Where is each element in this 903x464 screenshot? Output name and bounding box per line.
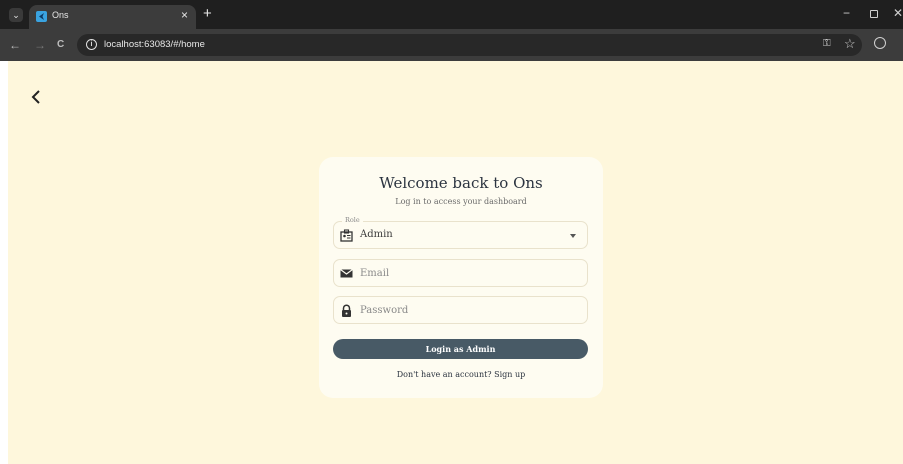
tab-search-chevron-icon[interactable]: ⌄ (9, 8, 23, 22)
tab-close-icon[interactable]: × (181, 8, 188, 22)
window-restore-icon[interactable] (870, 10, 878, 18)
profile-icon[interactable] (874, 37, 886, 49)
tab-title: Ons (52, 10, 69, 20)
login-title: Welcome back to Ons (379, 174, 543, 192)
address-bar[interactable]: i localhost:63083/#/home ⚿ ☆ (77, 34, 862, 56)
back-chevron-icon[interactable] (29, 88, 43, 106)
password-key-icon[interactable]: ⚿ (823, 38, 831, 49)
bookmark-star-icon[interactable]: ☆ (844, 36, 856, 52)
password-placeholder: Password (360, 305, 409, 316)
login-button[interactable]: Login as Admin (333, 339, 588, 359)
back-arrow-icon[interactable]: ← (9, 38, 21, 52)
window-close-icon[interactable]: ✕ (893, 6, 903, 20)
browser-toolbar: ← → C i localhost:63083/#/home ⚿ ☆ ⋮ (0, 29, 903, 61)
browser-tab[interactable]: Ons × (29, 5, 196, 29)
role-value: Admin (360, 229, 393, 240)
role-label: Role (342, 216, 363, 224)
browser-menu-icon[interactable]: ⋮ (898, 36, 903, 50)
password-field[interactable]: Password (333, 296, 588, 324)
site-info-icon[interactable]: i (86, 39, 97, 50)
dropdown-caret-icon (570, 234, 576, 238)
browser-tab-bar: ⌄ Ons × + − ✕ (0, 0, 903, 29)
signup-link[interactable]: Don't have an account? Sign up (319, 370, 603, 379)
reload-icon[interactable]: C (57, 39, 64, 50)
lock-icon (342, 304, 351, 317)
login-subtitle: Log in to access your dashboard (395, 197, 527, 206)
page-content: Welcome back to Ons Log in to access you… (8, 61, 903, 464)
email-placeholder: Email (360, 268, 390, 279)
flutter-favicon-icon (36, 11, 47, 22)
badge-icon (340, 229, 353, 242)
window-minimize-icon[interactable]: − (843, 6, 850, 20)
url-text[interactable]: localhost:63083/#/home (104, 39, 205, 50)
login-card: Welcome back to Ons Log in to access you… (319, 157, 603, 398)
email-field[interactable]: Email (333, 259, 588, 287)
role-dropdown[interactable]: Role Admin (333, 216, 588, 249)
envelope-icon (340, 269, 353, 278)
new-tab-icon[interactable]: + (203, 5, 212, 22)
forward-arrow-icon[interactable]: → (34, 38, 46, 52)
